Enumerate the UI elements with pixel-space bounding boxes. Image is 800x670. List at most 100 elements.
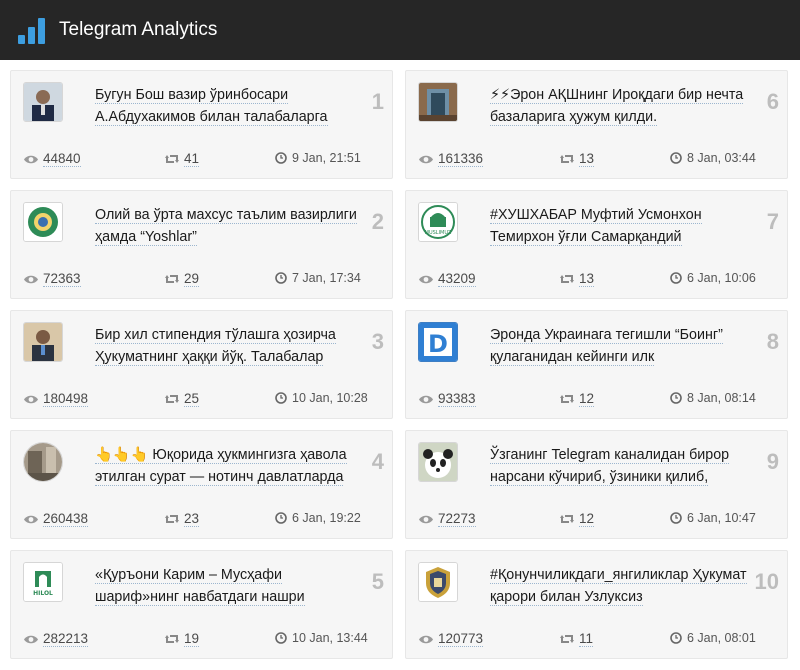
post-thumbnail: [23, 202, 63, 242]
reposts-count[interactable]: 11: [579, 631, 594, 647]
reposts-count[interactable]: 29: [184, 271, 200, 287]
reposts-count[interactable]: 23: [184, 511, 200, 527]
views-stat: 44840: [23, 151, 81, 167]
post-date: 9 Jan, 21:51: [292, 151, 361, 165]
post-rank: 8: [766, 329, 779, 354]
svg-text:MUSLIMUZ: MUSLIMUZ: [425, 230, 452, 236]
reposts-count[interactable]: 13: [579, 151, 595, 167]
repost-icon: [165, 635, 179, 643]
portrait-thumb-icon: [24, 323, 62, 361]
eye-icon: [24, 275, 38, 283]
views-stat: 43209: [418, 271, 476, 287]
post-card[interactable]: D Эронда Украинага тегишли “Боинг” қулаг…: [405, 310, 788, 419]
post-date: 6 Jan, 10:47: [687, 511, 756, 525]
post-rank: 3: [371, 329, 384, 354]
reposts-stat: 23: [164, 511, 200, 527]
post-card[interactable]: ⚡⚡Эрон АҚШнинг Ироқдаги бир нечта базала…: [405, 70, 788, 179]
eye-icon: [24, 515, 38, 523]
reposts-count[interactable]: 12: [579, 391, 595, 407]
reposts-stat: 19: [164, 631, 200, 647]
clock-icon: [275, 272, 287, 284]
post-thumbnail: [418, 82, 458, 122]
post-rank: 2: [371, 209, 384, 234]
mosque-thumb-icon: MUSLIMUZ: [419, 203, 457, 241]
post-card[interactable]: #Қонунчиликдаги_янгиликлар Ҳукумат қарор…: [405, 550, 788, 659]
post-text[interactable]: Олий ва ўрта махсус таълим вазирлиги ҳам…: [95, 204, 357, 248]
clock-icon: [275, 392, 287, 404]
post-date: 8 Jan, 08:14: [687, 391, 756, 405]
views-count[interactable]: 120773: [438, 631, 484, 647]
views-count[interactable]: 260438: [43, 511, 89, 527]
post-text[interactable]: Эронда Украинага тегишли “Боинг” қулаган…: [490, 324, 752, 368]
repost-icon: [560, 395, 574, 403]
post-rank: 10: [754, 569, 779, 594]
views-stat: 180498: [23, 391, 89, 407]
post-text[interactable]: «Қуръони Карим – Мусҳафи шариф»нинг навб…: [95, 564, 357, 608]
date-stat: 6 Jan, 10:06: [670, 271, 756, 285]
eye-icon: [24, 635, 38, 643]
post-thumbnail: [418, 442, 458, 482]
post-card[interactable]: HILOL «Қуръони Карим – Мусҳафи шариф»нин…: [10, 550, 393, 659]
clock-icon: [670, 272, 682, 284]
post-text[interactable]: Бир хил стипендия тўлашга ҳозирча Ҳукума…: [95, 324, 357, 368]
views-count[interactable]: 43209: [438, 271, 476, 287]
clock-icon: [670, 512, 682, 524]
post-text[interactable]: #Қонунчиликдаги_янгиликлар Ҳукумат қарор…: [490, 564, 752, 608]
clock-icon: [275, 512, 287, 524]
post-text[interactable]: #ХУШХАБАР Муфтий Усмонхон Темирхон ўғли …: [490, 204, 752, 248]
post-text[interactable]: 👆👆👆 Юқорида ҳукмингизга ҳавола этилган с…: [95, 444, 357, 488]
repost-icon: [560, 275, 574, 283]
post-card[interactable]: Олий ва ўрта махсус таълим вазирлиги ҳам…: [10, 190, 393, 299]
views-count[interactable]: 72273: [438, 511, 476, 527]
post-thumbnail: D: [418, 322, 458, 362]
post-text[interactable]: Бугун Бош вазир ўринбосари А.Абдухакимов…: [95, 84, 357, 128]
post-text[interactable]: Ўзганинг Telegram каналидан бирор нарсан…: [490, 444, 752, 488]
views-stat: 282213: [23, 631, 89, 647]
views-stat: 120773: [418, 631, 484, 647]
post-thumbnail: HILOL: [23, 562, 63, 602]
portrait-thumb-icon: [24, 83, 62, 121]
reposts-stat: 12: [559, 391, 595, 407]
post-card[interactable]: 👆👆👆 Юқорида ҳукмингизга ҳавола этилган с…: [10, 430, 393, 539]
views-count[interactable]: 44840: [43, 151, 81, 167]
views-count[interactable]: 282213: [43, 631, 89, 647]
eye-icon: [419, 275, 433, 283]
reposts-stat: 11: [559, 631, 594, 647]
clock-icon: [275, 632, 287, 644]
reposts-count[interactable]: 12: [579, 511, 595, 527]
views-count[interactable]: 72363: [43, 271, 81, 287]
post-card[interactable]: MUSLIMUZ #ХУШХАБАР Муфтий Усмонхон Темир…: [405, 190, 788, 299]
date-stat: 6 Jan, 19:22: [275, 511, 361, 525]
reposts-count[interactable]: 19: [184, 631, 200, 647]
views-count[interactable]: 161336: [438, 151, 484, 167]
post-rank: 4: [371, 449, 384, 474]
views-count[interactable]: 93383: [438, 391, 476, 407]
post-card[interactable]: Бир хил стипендия тўлашга ҳозирча Ҳукума…: [10, 310, 393, 419]
post-text[interactable]: ⚡⚡Эрон АҚШнинг Ироқдаги бир нечта базала…: [490, 84, 752, 128]
repost-icon: [165, 395, 179, 403]
letter-d-icon: D: [419, 323, 457, 361]
repost-icon: [560, 635, 574, 643]
bar-chart-icon[interactable]: [18, 16, 46, 44]
post-date: 6 Jan, 19:22: [292, 511, 361, 525]
eye-icon: [24, 395, 38, 403]
app-title[interactable]: Telegram Analytics: [59, 19, 217, 41]
reposts-count[interactable]: 25: [184, 391, 200, 407]
views-stat: 72363: [23, 271, 81, 287]
reposts-stat: 12: [559, 511, 595, 527]
reposts-stat: 41: [164, 151, 200, 167]
eye-icon: [419, 515, 433, 523]
repost-icon: [560, 155, 574, 163]
repost-icon: [560, 515, 574, 523]
post-date: 8 Jan, 03:44: [687, 151, 756, 165]
post-card[interactable]: Ўзганинг Telegram каналидан бирор нарсан…: [405, 430, 788, 539]
eye-icon: [24, 155, 38, 163]
post-date: 10 Jan, 13:44: [292, 631, 368, 645]
reposts-count[interactable]: 13: [579, 271, 595, 287]
reposts-count[interactable]: 41: [184, 151, 200, 167]
views-count[interactable]: 180498: [43, 391, 89, 407]
post-thumbnail: [23, 442, 63, 482]
views-stat: 93383: [418, 391, 476, 407]
emblem-thumb-icon: [24, 203, 62, 241]
post-card[interactable]: Бугун Бош вазир ўринбосари А.Абдухакимов…: [10, 70, 393, 179]
